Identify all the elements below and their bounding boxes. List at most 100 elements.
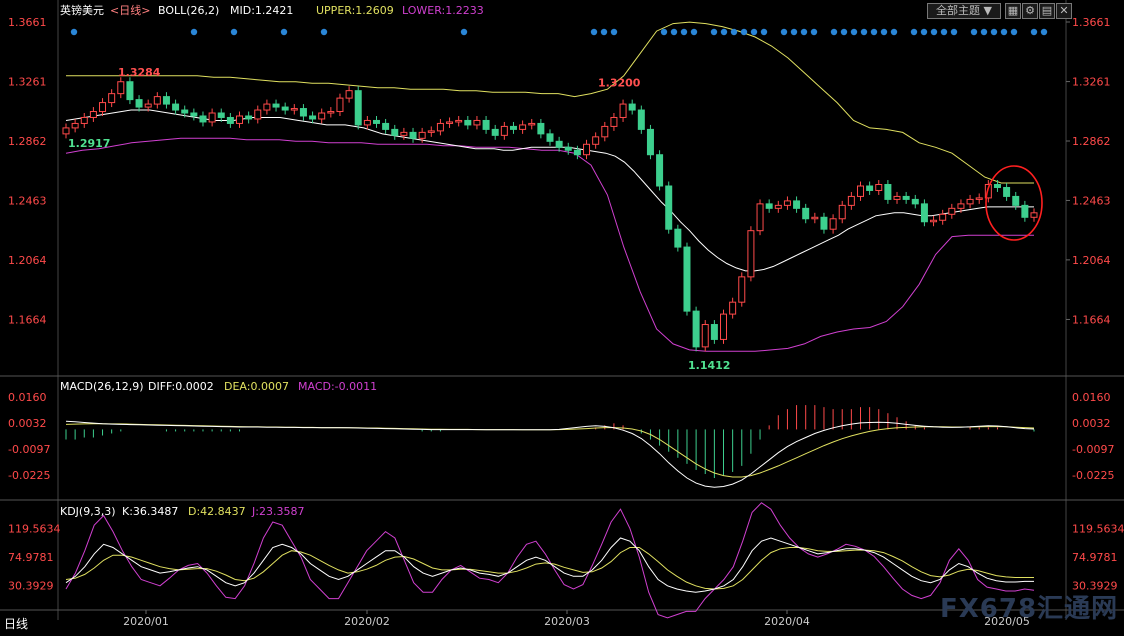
candle [153, 96, 161, 105]
kdj-label: KDJ(9,3,3) [60, 505, 116, 518]
candle [1021, 204, 1029, 218]
price-tick-right: 1.3661 [1072, 16, 1111, 29]
candle [774, 204, 782, 209]
signal-dot [1030, 28, 1038, 36]
candle [893, 195, 901, 200]
candle [500, 125, 508, 136]
candle [710, 324, 718, 340]
grid-icon[interactable]: ▦ [1005, 3, 1021, 19]
theme-dropdown[interactable]: 全部主题 ▼ [927, 3, 1001, 19]
macd-tick-right: 0.0160 [1072, 391, 1111, 404]
signal-dot [800, 28, 808, 36]
period-label: <日线> [110, 3, 150, 17]
candle [482, 119, 490, 130]
candle [473, 119, 481, 126]
time-tick-label: 2020/03 [544, 615, 590, 628]
kdj-tick-left: 74.9781 [8, 551, 54, 564]
kdj-d-line [65, 547, 1034, 590]
candle [172, 103, 180, 111]
candle [427, 130, 435, 133]
candle [692, 310, 700, 348]
boll-upper-label: UPPER:1.2609 [316, 4, 394, 17]
candle [162, 96, 170, 105]
candle [89, 111, 97, 118]
chart-icon[interactable]: ▤ [1039, 3, 1055, 19]
kdj-tick-right: 119.5634 [1072, 523, 1124, 536]
signal-dot [710, 28, 718, 36]
signal-dot [990, 28, 998, 36]
candle [99, 102, 107, 113]
price-tick-right: 1.2463 [1072, 194, 1111, 207]
time-tick-label: 2020/02 [344, 615, 390, 628]
signal-dot [610, 28, 618, 36]
candle [491, 128, 499, 136]
candle [528, 122, 536, 126]
signal-dot [1040, 28, 1048, 36]
close-icon[interactable]: ✕ [1056, 3, 1072, 19]
signal-dot [970, 28, 978, 36]
price-tick-left: 1.2064 [8, 254, 47, 267]
high-annotation-2: 1.3200 [598, 77, 641, 90]
signal-dot [790, 28, 798, 36]
signal-dot [690, 28, 698, 36]
macd-diff-line [65, 420, 1035, 488]
candle [80, 116, 88, 124]
signal-dot [810, 28, 818, 36]
candle [875, 184, 883, 191]
low-annotation-2: 1.1412 [688, 359, 730, 372]
boll-label: BOLL(26,2) [158, 4, 219, 17]
macd-tick-left: 0.0160 [8, 391, 47, 404]
signal-dot [680, 28, 688, 36]
chart-canvas: 英镑美元 <日线> BOLL(26,2) MID:1.2421 UPPER:1.2609… [0, 0, 1124, 631]
candle [226, 116, 234, 124]
kdj-d-label: D:42.8437 [188, 505, 246, 518]
signal-dot [280, 28, 288, 36]
candle [144, 103, 152, 108]
candle [701, 324, 709, 348]
signal-dot [760, 28, 768, 36]
signal-dot [840, 28, 848, 36]
kdj-j-label: J:23.3587 [251, 505, 304, 518]
signal-dot [590, 28, 598, 36]
candle [208, 112, 216, 123]
candle [546, 133, 554, 142]
macd-dea-line [65, 423, 1035, 478]
candle [856, 185, 864, 197]
candle [646, 128, 654, 156]
candle [336, 97, 344, 113]
settings-icon[interactable]: ⚙ [1022, 3, 1038, 19]
macd-tick-left: 0.0032 [8, 417, 47, 430]
candle [911, 198, 919, 205]
candle [436, 122, 444, 132]
candle [1003, 186, 1011, 197]
candle [372, 119, 380, 124]
candle [573, 149, 581, 156]
candle [409, 131, 417, 139]
boll-mid-label: MID:1.2421 [230, 4, 293, 17]
watermark-logo: FX678汇通网 [940, 594, 1119, 624]
candle [920, 203, 928, 223]
candle [309, 115, 317, 120]
candle [71, 122, 79, 129]
candle [975, 197, 983, 200]
signal-dot [730, 28, 738, 36]
candle [811, 216, 819, 220]
signal-dot [70, 28, 78, 36]
candle [135, 99, 143, 108]
candle [747, 230, 755, 278]
signal-dot [830, 28, 838, 36]
candle [866, 185, 874, 191]
candle [902, 195, 910, 200]
price-tick-left: 1.2463 [8, 194, 47, 207]
candle [555, 140, 563, 148]
signal-dot [190, 28, 198, 36]
candle [519, 124, 527, 130]
boll-lower-label: LOWER:1.2233 [402, 4, 484, 17]
price-tick-left: 1.2862 [8, 135, 47, 148]
signal-dot [720, 28, 728, 36]
candle [683, 246, 691, 312]
candle [656, 154, 664, 187]
candle [345, 90, 353, 99]
macd-dea-label: DEA:0.0007 [224, 380, 289, 393]
price-tick-right: 1.3261 [1072, 76, 1111, 89]
